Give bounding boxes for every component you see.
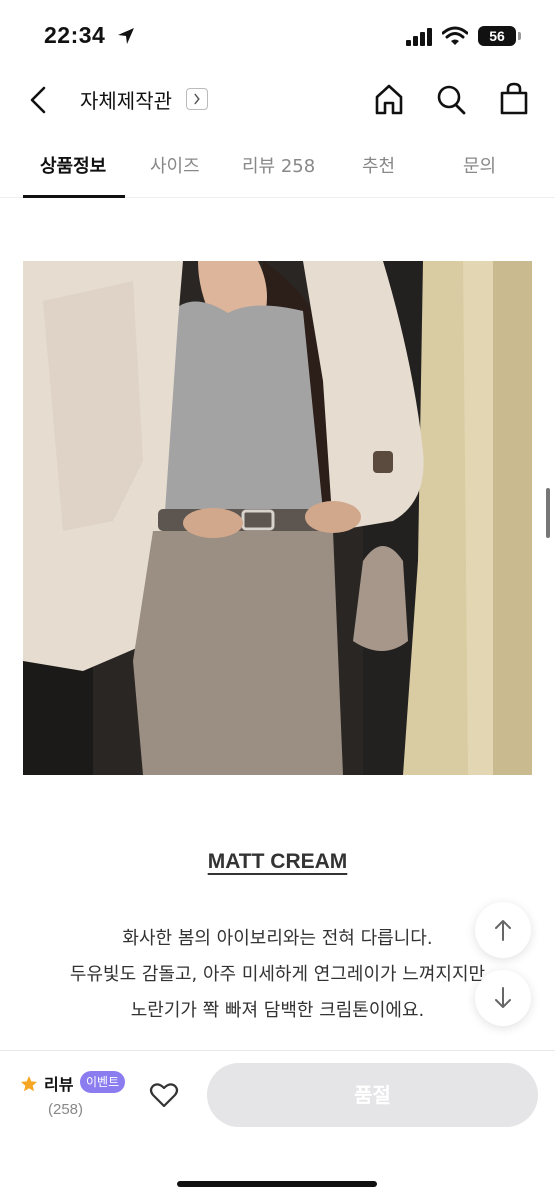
product-photo [23, 261, 532, 775]
store-title[interactable]: 자체제작관 [80, 85, 172, 114]
review-label[interactable]: 리뷰 [44, 1071, 73, 1095]
description-line-1: 화사한 봄의 아이보리와는 전혀 다릅니다. [122, 928, 433, 949]
product-tabs: 상품정보 사이즈 리뷰 258 추천 문의 [0, 140, 555, 198]
scroll-top-button[interactable] [475, 902, 531, 958]
status-bar: 22:34 56 [0, 0, 555, 72]
wifi-icon [442, 26, 468, 45]
bottom-action-bar: 리뷰 이벤트 (258) 품절 [0, 1050, 555, 1200]
shopping-bag-icon[interactable] [497, 80, 531, 118]
chevron-right-icon[interactable] [186, 88, 208, 110]
search-icon[interactable] [434, 80, 468, 118]
event-badge: 이벤트 [80, 1071, 126, 1093]
description-line-2: 두유빛도 감돌고, 아주 미세하게 연그레이가 느껴지지만 [69, 964, 486, 985]
tab-inquiry[interactable]: 문의 [463, 152, 496, 178]
soldout-button[interactable]: 품절 [207, 1063, 538, 1127]
tab-reviews[interactable]: 리뷰 258 [242, 152, 315, 178]
signal-icon [406, 28, 434, 46]
back-icon[interactable] [24, 82, 56, 118]
battery-cap [518, 32, 521, 40]
product-name: MATT CREAM [0, 850, 555, 874]
scroll-bottom-button[interactable] [475, 970, 531, 1026]
arrow-up-icon [495, 920, 511, 941]
description-line-3: 노란기가 쫙 빠져 담백한 크림톤이에요. [130, 1000, 425, 1021]
nav-header: 자체제작관 [0, 72, 555, 128]
status-time: 22:34 [44, 22, 106, 48]
tab-size[interactable]: 사이즈 [150, 152, 200, 178]
heart-icon[interactable] [148, 1079, 180, 1111]
active-tab-indicator [23, 195, 125, 198]
arrow-down-icon [495, 987, 511, 1008]
star-icon [21, 1076, 37, 1092]
home-indicator [177, 1181, 377, 1187]
product-name-text: MATT CREAM [207, 850, 348, 873]
tab-product-info[interactable]: 상품정보 [40, 152, 106, 178]
location-arrow-icon [118, 28, 134, 44]
scroll-indicator[interactable] [546, 488, 550, 538]
tab-recommend[interactable]: 추천 [362, 152, 395, 178]
battery-icon: 56 [478, 26, 516, 46]
home-icon[interactable] [372, 80, 406, 118]
review-count: (258) [48, 1101, 84, 1118]
